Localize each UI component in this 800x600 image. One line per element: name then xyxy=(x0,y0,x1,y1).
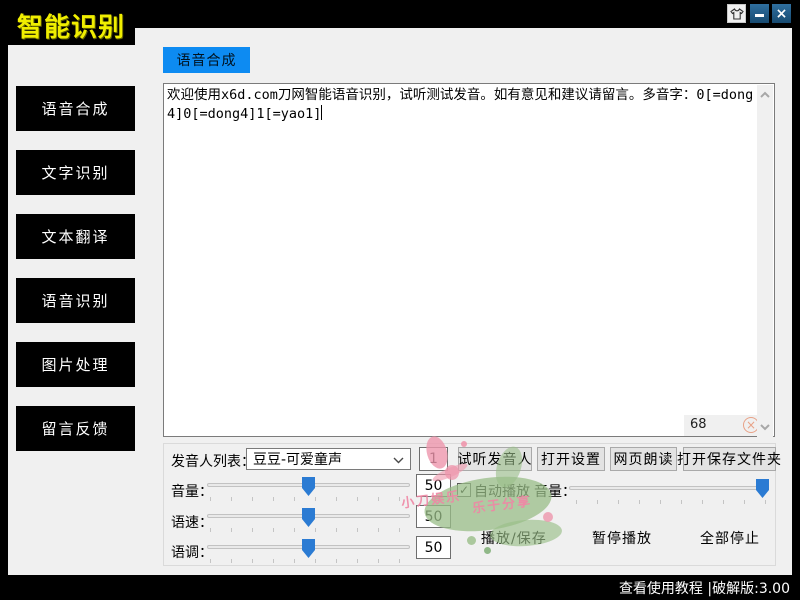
sidebar-item-text-translation[interactable]: 文本翻译 xyxy=(16,214,135,259)
pitch-slider-ticks xyxy=(210,559,410,563)
webpage-read-button[interactable]: 网页朗读 xyxy=(610,447,677,471)
text-editor[interactable]: 欢迎使用x6d.com刀网智能语音识别，试听测试发音。如有意见和建议请留言。多音… xyxy=(163,83,775,437)
voice-select[interactable]: 豆豆-可爱童声 xyxy=(246,448,411,470)
app-title: 智能识别 xyxy=(17,7,125,44)
sidebar-item-speech-synthesis[interactable]: 语音合成 xyxy=(16,86,135,131)
preview-voice-button[interactable]: 试听发音人 xyxy=(458,447,532,471)
tutorial-version-link[interactable]: 查看使用教程 |破解版:3.00 xyxy=(619,578,790,598)
titlebar-logo-block: 智能识别 xyxy=(0,0,135,45)
scroll-down-icon[interactable] xyxy=(759,421,771,433)
speed-value-input[interactable] xyxy=(416,505,451,528)
playback-volume-ticks xyxy=(576,500,772,504)
stop-all-button[interactable]: 全部停止 xyxy=(700,528,760,548)
autoplay-label: 自动播放 xyxy=(474,481,530,501)
status-bar: 查看使用教程 |破解版:3.00 xyxy=(0,575,800,600)
editor-text: 欢迎使用x6d.com刀网智能语音识别，试听测试发音。如有意见和建议请留言。多音… xyxy=(167,86,755,124)
sidebar-item-label: 文本翻译 xyxy=(41,226,109,247)
autoplay-checkbox[interactable]: ✓ xyxy=(457,483,471,497)
synthesis-control-panel: 发音人列表： 豆豆-可爱童声 试听发音人 打开设置 网页朗读 打开保存文件夹 音… xyxy=(163,443,776,566)
shirt-icon xyxy=(730,8,744,20)
sidebar-item-label: 语音识别 xyxy=(41,290,109,311)
editor-scrollbar[interactable] xyxy=(757,85,773,437)
playback-volume-label: 音量： xyxy=(534,481,576,501)
sidebar-item-speech-recognition[interactable]: 语音识别 xyxy=(16,278,135,323)
voice-selected-value: 豆豆-可爱童声 xyxy=(253,449,342,469)
chevron-down-icon xyxy=(393,457,404,464)
volume-slider-ticks xyxy=(210,497,410,501)
volume-slider-thumb[interactable] xyxy=(302,477,315,496)
play-count-input[interactable] xyxy=(419,447,448,471)
app-window: { "window": { "title": "智能识别", "close_gl… xyxy=(0,0,800,600)
sidebar-item-feedback[interactable]: 留言反馈 xyxy=(16,406,135,451)
scroll-up-icon[interactable] xyxy=(759,89,771,101)
sidebar-item-label: 图片处理 xyxy=(41,354,109,375)
tab-label: 语音合成 xyxy=(177,50,237,70)
close-button[interactable]: × xyxy=(772,4,791,23)
open-settings-button[interactable]: 打开设置 xyxy=(537,447,605,471)
speed-slider-ticks xyxy=(210,528,410,532)
minimize-icon xyxy=(755,14,764,17)
open-save-folder-button[interactable]: 打开保存文件夹 xyxy=(683,447,776,471)
pitch-value-input[interactable] xyxy=(416,536,451,559)
close-icon: × xyxy=(776,7,788,21)
playback-volume-thumb[interactable] xyxy=(756,479,769,498)
playback-volume-track[interactable] xyxy=(569,486,769,490)
char-count: 68 xyxy=(690,417,707,432)
pitch-slider-thumb[interactable] xyxy=(302,539,315,558)
sidebar-item-label: 语音合成 xyxy=(41,98,109,119)
check-icon: ✓ xyxy=(459,484,469,496)
text-caret xyxy=(321,105,322,120)
sidebar-item-image-processing[interactable]: 图片处理 xyxy=(16,342,135,387)
clear-icon: × xyxy=(746,419,756,431)
sidebar-item-text-recognition[interactable]: 文字识别 xyxy=(16,150,135,195)
skin-button[interactable] xyxy=(727,4,746,23)
volume-value-input[interactable] xyxy=(416,474,451,497)
tab-speech-synthesis[interactable]: 语音合成 xyxy=(163,47,250,73)
sidebar-item-label: 文字识别 xyxy=(41,162,109,183)
play-save-button[interactable]: 播放/保存 xyxy=(481,528,547,548)
speed-slider-thumb[interactable] xyxy=(302,508,315,527)
minimize-button[interactable] xyxy=(750,4,769,23)
voice-list-label: 发音人列表： xyxy=(171,451,255,471)
pause-playback-button[interactable]: 暂停播放 xyxy=(592,528,652,548)
sidebar-item-label: 留言反馈 xyxy=(41,418,109,439)
